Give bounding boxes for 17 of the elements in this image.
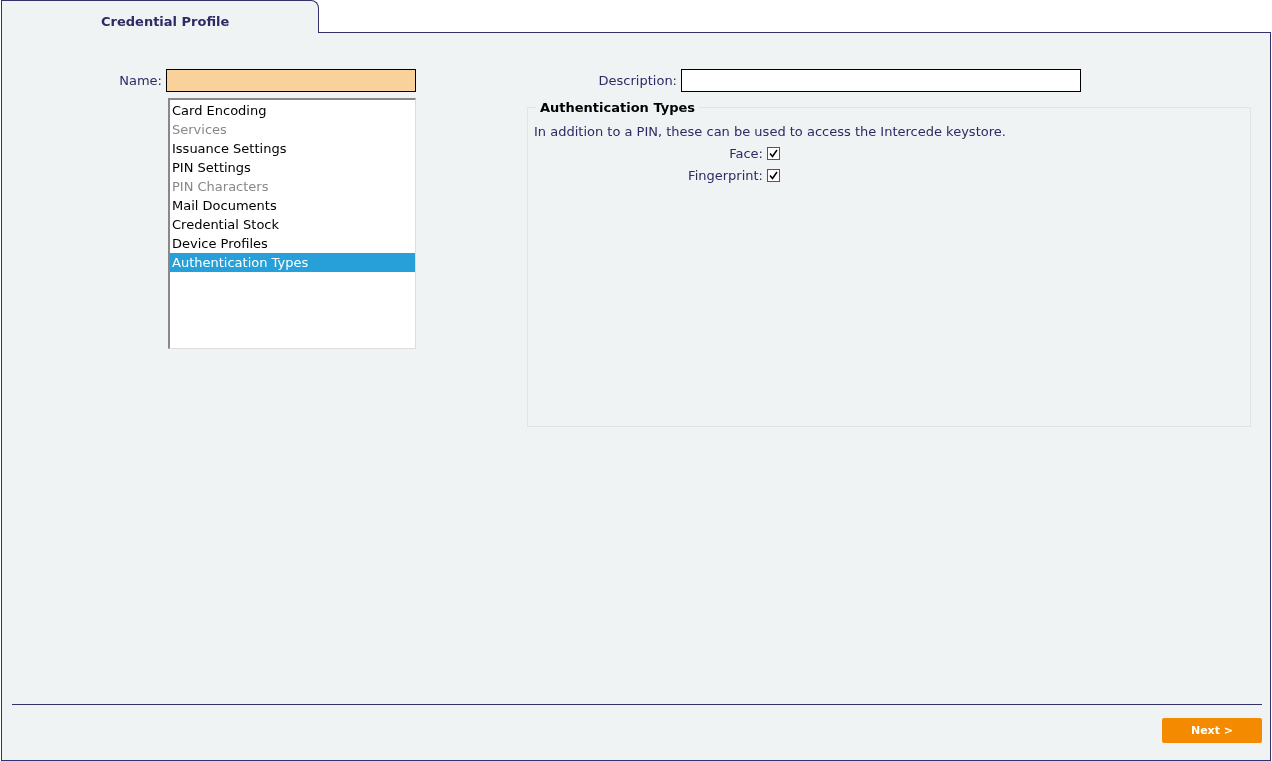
tab[interactable]: Credential Profile xyxy=(1,0,319,33)
list-item[interactable]: Card Encoding xyxy=(170,101,415,120)
list-item[interactable]: Credential Stock xyxy=(170,215,415,234)
description-label: Description: xyxy=(597,73,678,88)
list-item[interactable]: Device Profiles xyxy=(170,234,415,253)
name-field[interactable] xyxy=(166,69,416,92)
description-field[interactable] xyxy=(681,69,1081,92)
checkbox[interactable] xyxy=(767,169,780,182)
checkbox-label: Face: xyxy=(728,146,764,161)
name-label: Name: xyxy=(118,73,163,88)
list-item[interactable]: Mail Documents xyxy=(170,196,415,215)
list-item[interactable]: PIN Settings xyxy=(170,158,415,177)
checkbox-label: Fingerprint: xyxy=(687,168,764,183)
group-title: Authentication Types xyxy=(536,100,700,115)
list-item[interactable]: Issuance Settings xyxy=(170,139,415,158)
checkbox[interactable] xyxy=(767,147,780,160)
group-description: In addition to a PIN, these can be used to access the Intercede keystore. xyxy=(534,124,1007,139)
